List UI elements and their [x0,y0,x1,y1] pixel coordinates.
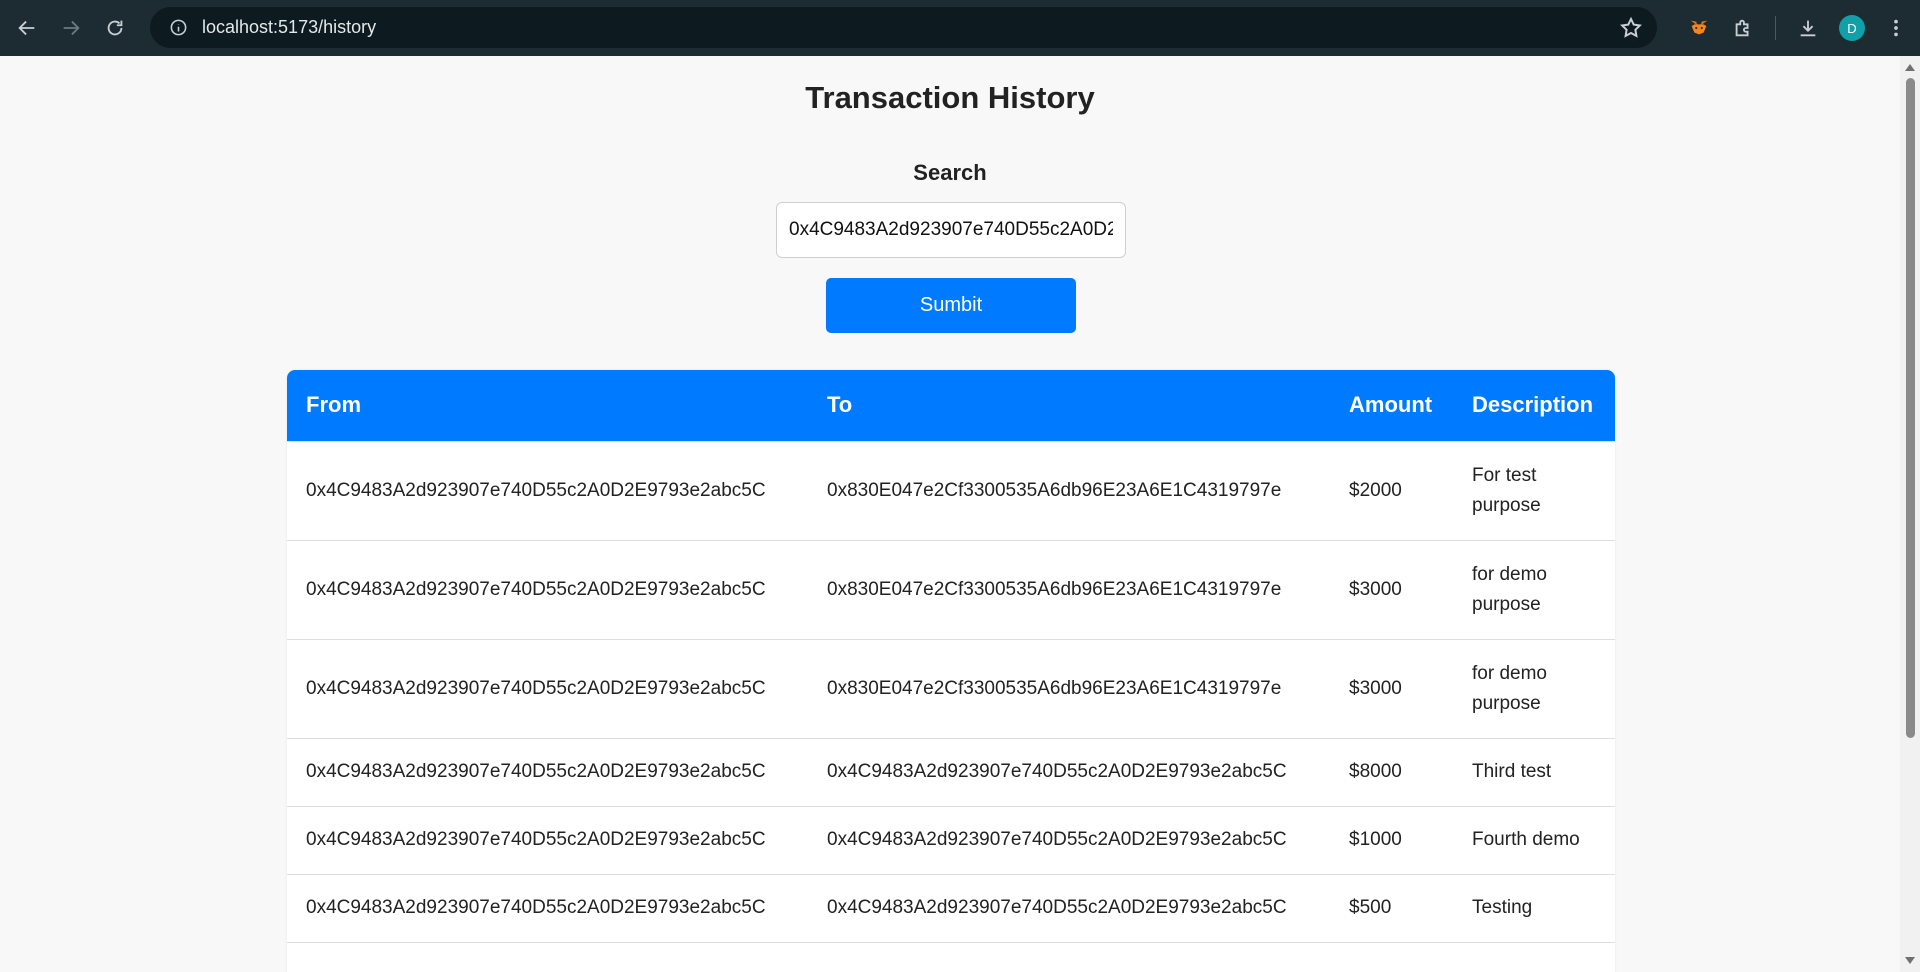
cell-description: for demo purpose [1453,539,1615,639]
forward-icon[interactable] [49,6,93,50]
cell-to: 0x4C9483A2d923907e740D55c2A0D2E9793e2abc… [808,873,1330,942]
url-text[interactable]: localhost:5173/history [202,17,376,38]
cell-to: 0x830E047e2Cf3300535A6db96E23A6E1C431979… [808,440,1330,540]
menu-kebab-icon[interactable] [1874,6,1918,50]
cell-from: 0x4C9483A2d923907e740D55c2A0D2E9793e2abc… [287,873,808,942]
cell-from: 0x4C9483A2d923907e740D55c2A0D2E9793e2abc… [287,737,808,806]
cell-amount: $3000 [1330,539,1453,639]
table-row: 0x4C9483A2d923907e740D55c2A0D2E9793e2abc… [287,638,1615,738]
search-label: Search [913,160,987,185]
submit-button[interactable]: Sumbit [826,278,1076,333]
cell-amount: $1000 [1330,805,1453,874]
transactions-table: From To Amount Description 0x4C9483A2d92… [287,370,1615,972]
cell-description: Fourth demo [1453,805,1615,874]
cell-amount: $2000 [1330,440,1453,540]
cell-amount: $8000 [1330,737,1453,806]
header-to: To [827,392,853,418]
header-from: From [306,392,361,418]
cell-to: 0x830E047e2Cf3300535A6db96E23A6E1C431979… [808,638,1330,738]
cell-to: 0x4C9483A2d923907e740D55c2A0D2E9793e2abc… [808,737,1330,806]
page-content: Transaction History Search Sumbit From T… [0,56,1900,972]
download-icon[interactable] [1786,6,1830,50]
cell-amount: $3000 [1330,638,1453,738]
cell-description: Testing [1453,873,1615,942]
scrollbar-thumb[interactable] [1906,78,1915,738]
cell-description: For test purpose [1453,440,1615,540]
cell-from: 0x4C9483A2d923907e740D55c2A0D2E9793e2abc… [287,440,808,540]
page-title: Transaction History [805,80,1095,115]
reload-icon[interactable] [93,6,137,50]
cell-from: 0x4C9483A2d923907e740D55c2A0D2E9793e2abc… [287,638,808,738]
table-row: 0x4C9483A2d923907e740D55c2A0D2E9793e2abc… [287,737,1615,806]
header-amount: Amount [1349,392,1433,418]
cell-from: 0x4C9483A2d923907e740D55c2A0D2E9793e2abc… [287,805,808,874]
table-row: 0x4C9483A2d923907e740D55c2A0D2E9793e2abc… [287,539,1615,639]
scroll-down-arrow-icon[interactable] [1905,957,1915,964]
table-header-row: From To Amount Description [287,370,1615,441]
table-row: 0x4C9483A2d923907e740D55c2A0D2E9793e2abc… [287,440,1615,540]
profile-button[interactable]: D [1830,6,1874,50]
cell-description: for demo purpose [1453,638,1615,738]
table-row: 0x4C9483A2d923907e740D55c2A0D2E9793e2abc… [287,805,1615,874]
extensions-puzzle-icon[interactable] [1721,6,1765,50]
header-description: Description [1472,392,1594,418]
cell-description: Third test [1453,737,1615,806]
toolbar-divider [1775,16,1776,40]
table-row-partial [287,941,1615,972]
search-input[interactable] [776,202,1126,258]
cell-from: 0x4C9483A2d923907e740D55c2A0D2E9793e2abc… [287,539,808,639]
site-info-icon[interactable] [156,7,200,48]
browser-toolbar: localhost:5173/history D [0,0,1920,56]
cell-amount: $500 [1330,873,1453,942]
table-row: 0x4C9483A2d923907e740D55c2A0D2E9793e2abc… [287,873,1615,942]
cell-to: 0x830E047e2Cf3300535A6db96E23A6E1C431979… [808,539,1330,639]
back-icon[interactable] [5,6,49,50]
bookmark-star-icon[interactable] [1619,16,1643,40]
avatar: D [1839,15,1865,41]
page-scrollbar[interactable] [1900,56,1920,972]
cell-to: 0x4C9483A2d923907e740D55c2A0D2E9793e2abc… [808,805,1330,874]
scroll-up-arrow-icon[interactable] [1905,64,1915,71]
address-bar[interactable]: localhost:5173/history [150,7,1657,48]
metamask-fox-icon[interactable] [1677,6,1721,50]
